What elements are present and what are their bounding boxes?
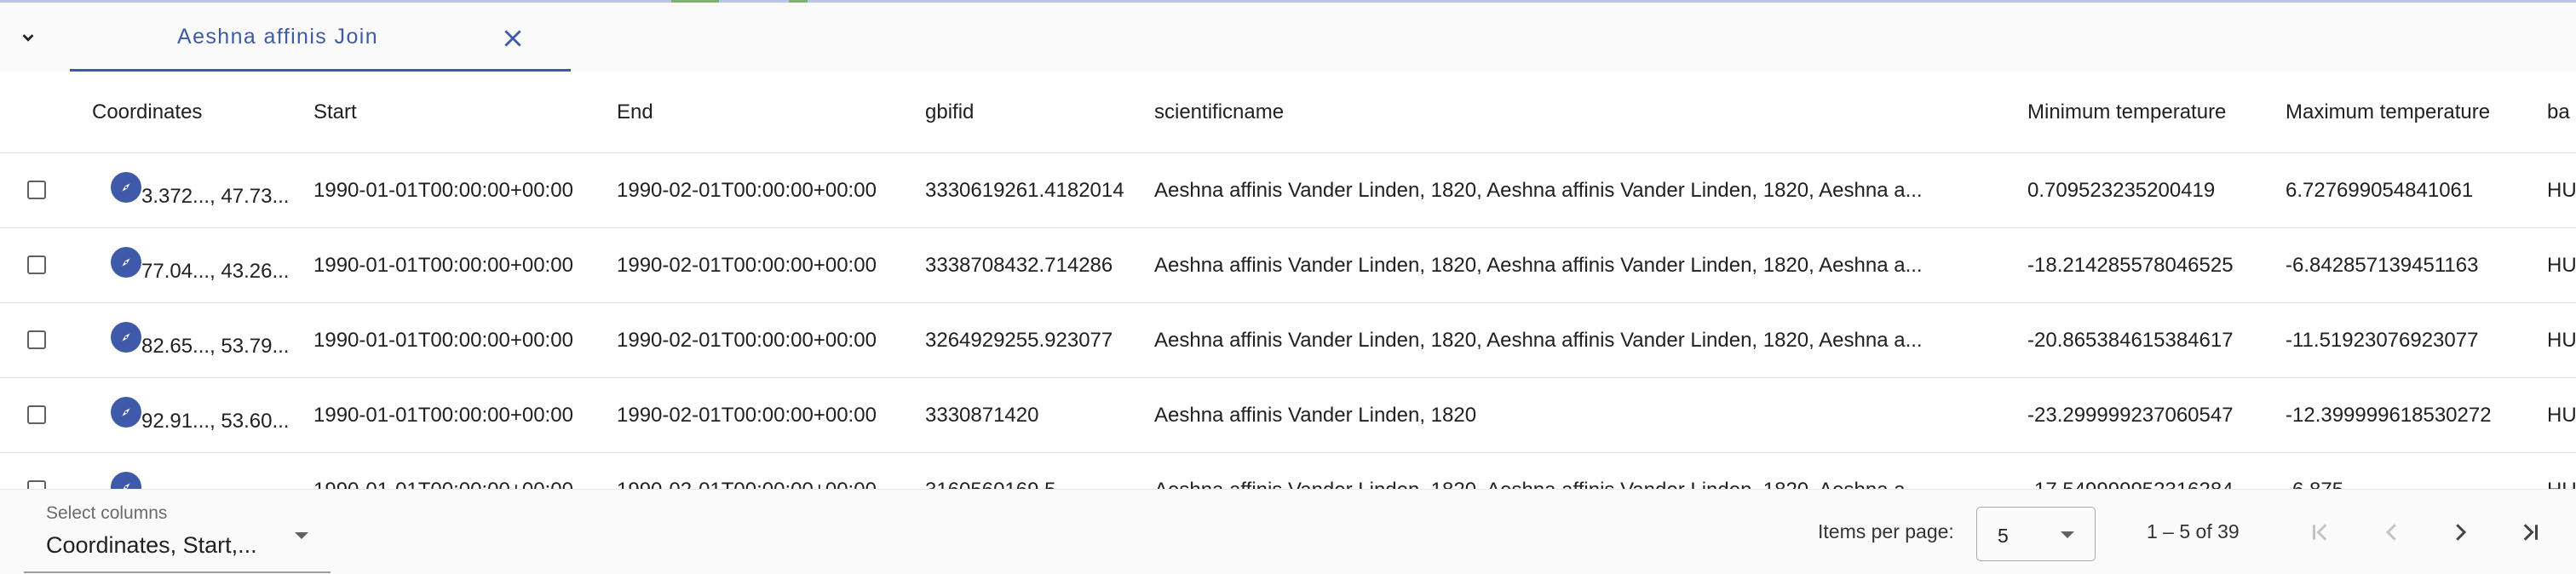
ba-value: HU — [2547, 403, 2576, 427]
row-checkbox[interactable] — [27, 330, 46, 349]
row-checkbox[interactable] — [27, 181, 46, 199]
min-temperature-value: 0.709523235200419 — [2027, 178, 2216, 202]
column-header-scientificname[interactable]: scientificname — [1154, 72, 2006, 152]
row-checkbox[interactable] — [27, 255, 46, 274]
row-checkbox[interactable] — [27, 405, 46, 424]
compass-icon[interactable] — [111, 472, 141, 489]
coordinates-value: 82.65..., 53.79... — [141, 334, 290, 358]
column-header-ba[interactable]: ba — [2547, 72, 2576, 152]
tab-label: Aeshna affinis Join — [177, 25, 378, 49]
min-temperature-value: -18.214285578046525 — [2027, 253, 2234, 277]
items-per-page-label: Items per page: — [1818, 520, 1954, 542]
select-columns-dropdown[interactable]: Select columns Coordinates, Start,... — [24, 495, 331, 573]
coordinates-value: 92.91..., 53.60... — [141, 409, 290, 433]
table-row[interactable]: 77.04..., 43.26... 1990-01-01T00:00:00+0… — [0, 228, 2576, 303]
max-temperature-value: 6.727699054841061 — [2286, 178, 2474, 202]
min-temperature-value: -20.865384615384617 — [2027, 328, 2234, 352]
items-per-page-value: 5 — [1998, 525, 2009, 547]
start-value: 1990-01-01T00:00:00+00:00 — [313, 253, 573, 277]
scientificname-value: Aeshna affinis Vander Linden, 1820, Aesh… — [1154, 254, 1923, 277]
row-checkbox[interactable] — [27, 480, 46, 489]
max-temperature-value: -6.875 — [2286, 453, 2541, 490]
end-value: 1990-02-01T00:00:00+00:00 — [617, 328, 877, 352]
chevron-down-icon — [22, 33, 34, 42]
max-temperature-value: -11.51923076923077 — [2286, 328, 2479, 352]
items-per-page-select[interactable]: 5 — [1976, 507, 2096, 561]
top-progress-marker — [789, 0, 808, 3]
compass-icon[interactable] — [111, 397, 141, 428]
min-temperature-value: -23.299999237060547 — [2027, 403, 2234, 427]
start-value: 1990-01-01T00:00:00+00:00 — [313, 178, 573, 202]
column-header-gbifid[interactable]: gbifid — [925, 72, 1147, 152]
end-value: 1990-02-01T00:00:00+00:00 — [617, 178, 877, 202]
compass-icon[interactable] — [111, 172, 141, 203]
max-temperature-value: -6.842857139451163 — [2286, 253, 2479, 277]
scientificname-value: Aeshna affinis Vander Linden, 1820 — [1154, 404, 1477, 427]
start-value: 1990-01-01T00:00:00+00:00 — [313, 403, 573, 427]
data-table: Coordinates Start End gbifid scientificn… — [0, 72, 2576, 489]
ba-value: HU — [2547, 328, 2576, 352]
collapse-button[interactable] — [0, 3, 56, 72]
tab-close-button[interactable] — [496, 21, 530, 55]
column-header-start[interactable]: Start — [313, 72, 612, 152]
min-temperature-value: -17.549999952316284 — [2027, 453, 2274, 490]
gbifid-value: 3330619261.4182014 — [925, 178, 1124, 202]
close-icon — [504, 30, 521, 47]
coordinates-value: 3.372..., 47.73... — [141, 184, 290, 208]
first-page-icon — [2313, 524, 2327, 541]
end-value: 1990-02-01T00:00:00+00:00 — [617, 403, 877, 427]
ba-value: HU — [2547, 253, 2576, 277]
scientificname-value: Aeshna affinis Vander Linden, 1820, Aesh… — [1154, 453, 2006, 489]
coordinates-value: 77.04..., 43.26... — [141, 259, 290, 283]
end-value: 1990-02-01T00:00:00+00:00 — [617, 453, 915, 490]
compass-icon[interactable] — [111, 322, 141, 353]
column-header-end[interactable]: End — [617, 72, 915, 152]
chevron-right-icon — [2456, 524, 2467, 541]
last-page-icon — [2523, 524, 2538, 541]
ba-value: HU — [2547, 453, 2576, 490]
table-row[interactable]: 92.91..., 53.60... 1990-01-01T00:00:00+0… — [0, 378, 2576, 453]
column-header-coordinates[interactable]: Coordinates — [92, 72, 296, 152]
gbifid-value: 3330871420 — [925, 403, 1039, 427]
previous-page-button[interactable] — [2370, 510, 2414, 554]
select-columns-label: Select columns — [46, 503, 168, 523]
compass-icon[interactable] — [111, 247, 141, 278]
top-progress-marker — [671, 0, 719, 3]
column-header-min-temperature[interactable]: Minimum temperature — [2027, 72, 2274, 152]
scientificname-value: Aeshna affinis Vander Linden, 1820, Aesh… — [1154, 329, 1923, 352]
table-footer: Select columns Coordinates, Start,... It… — [0, 489, 2576, 574]
tab-aeshna-affinis-join[interactable]: Aeshna affinis Join — [70, 3, 571, 72]
max-temperature-value: -12.399999618530272 — [2286, 403, 2492, 427]
column-header-max-temperature[interactable]: Maximum temperature — [2286, 72, 2541, 152]
start-value: 1990-01-01T00:00:00+00:00 — [313, 328, 573, 352]
table-header-row: Coordinates Start End gbifid scientificn… — [0, 72, 2576, 153]
scientificname-value: Aeshna affinis Vander Linden, 1820, Aesh… — [1154, 179, 1923, 202]
table-row[interactable]: 1990-01-01T00:00:00+00:00 1990-02-01T00:… — [0, 453, 2576, 489]
ba-value: HU — [2547, 178, 2576, 202]
select-columns-value: Coordinates, Start,... — [46, 532, 257, 558]
dropdown-arrow-icon — [2061, 531, 2074, 538]
tab-bar: Aeshna affinis Join — [0, 0, 2576, 72]
table-row[interactable]: 3.372..., 47.73... 1990-01-01T00:00:00+0… — [0, 153, 2576, 228]
dropdown-arrow-icon — [295, 532, 308, 539]
end-value: 1990-02-01T00:00:00+00:00 — [617, 253, 877, 277]
first-page-button[interactable] — [2298, 510, 2343, 554]
gbifid-value: 3160560169.5 — [925, 453, 1147, 490]
start-value: 1990-01-01T00:00:00+00:00 — [313, 453, 612, 490]
chevron-left-icon — [2385, 524, 2396, 541]
next-page-button[interactable] — [2438, 510, 2482, 554]
gbifid-value: 3338708432.714286 — [925, 253, 1113, 277]
paginator-range-label: 1 – 5 of 39 — [2147, 520, 2240, 542]
table-row[interactable]: 82.65..., 53.79... 1990-01-01T00:00:00+0… — [0, 303, 2576, 378]
last-page-button[interactable] — [2508, 510, 2552, 554]
gbifid-value: 3264929255.923077 — [925, 328, 1113, 352]
